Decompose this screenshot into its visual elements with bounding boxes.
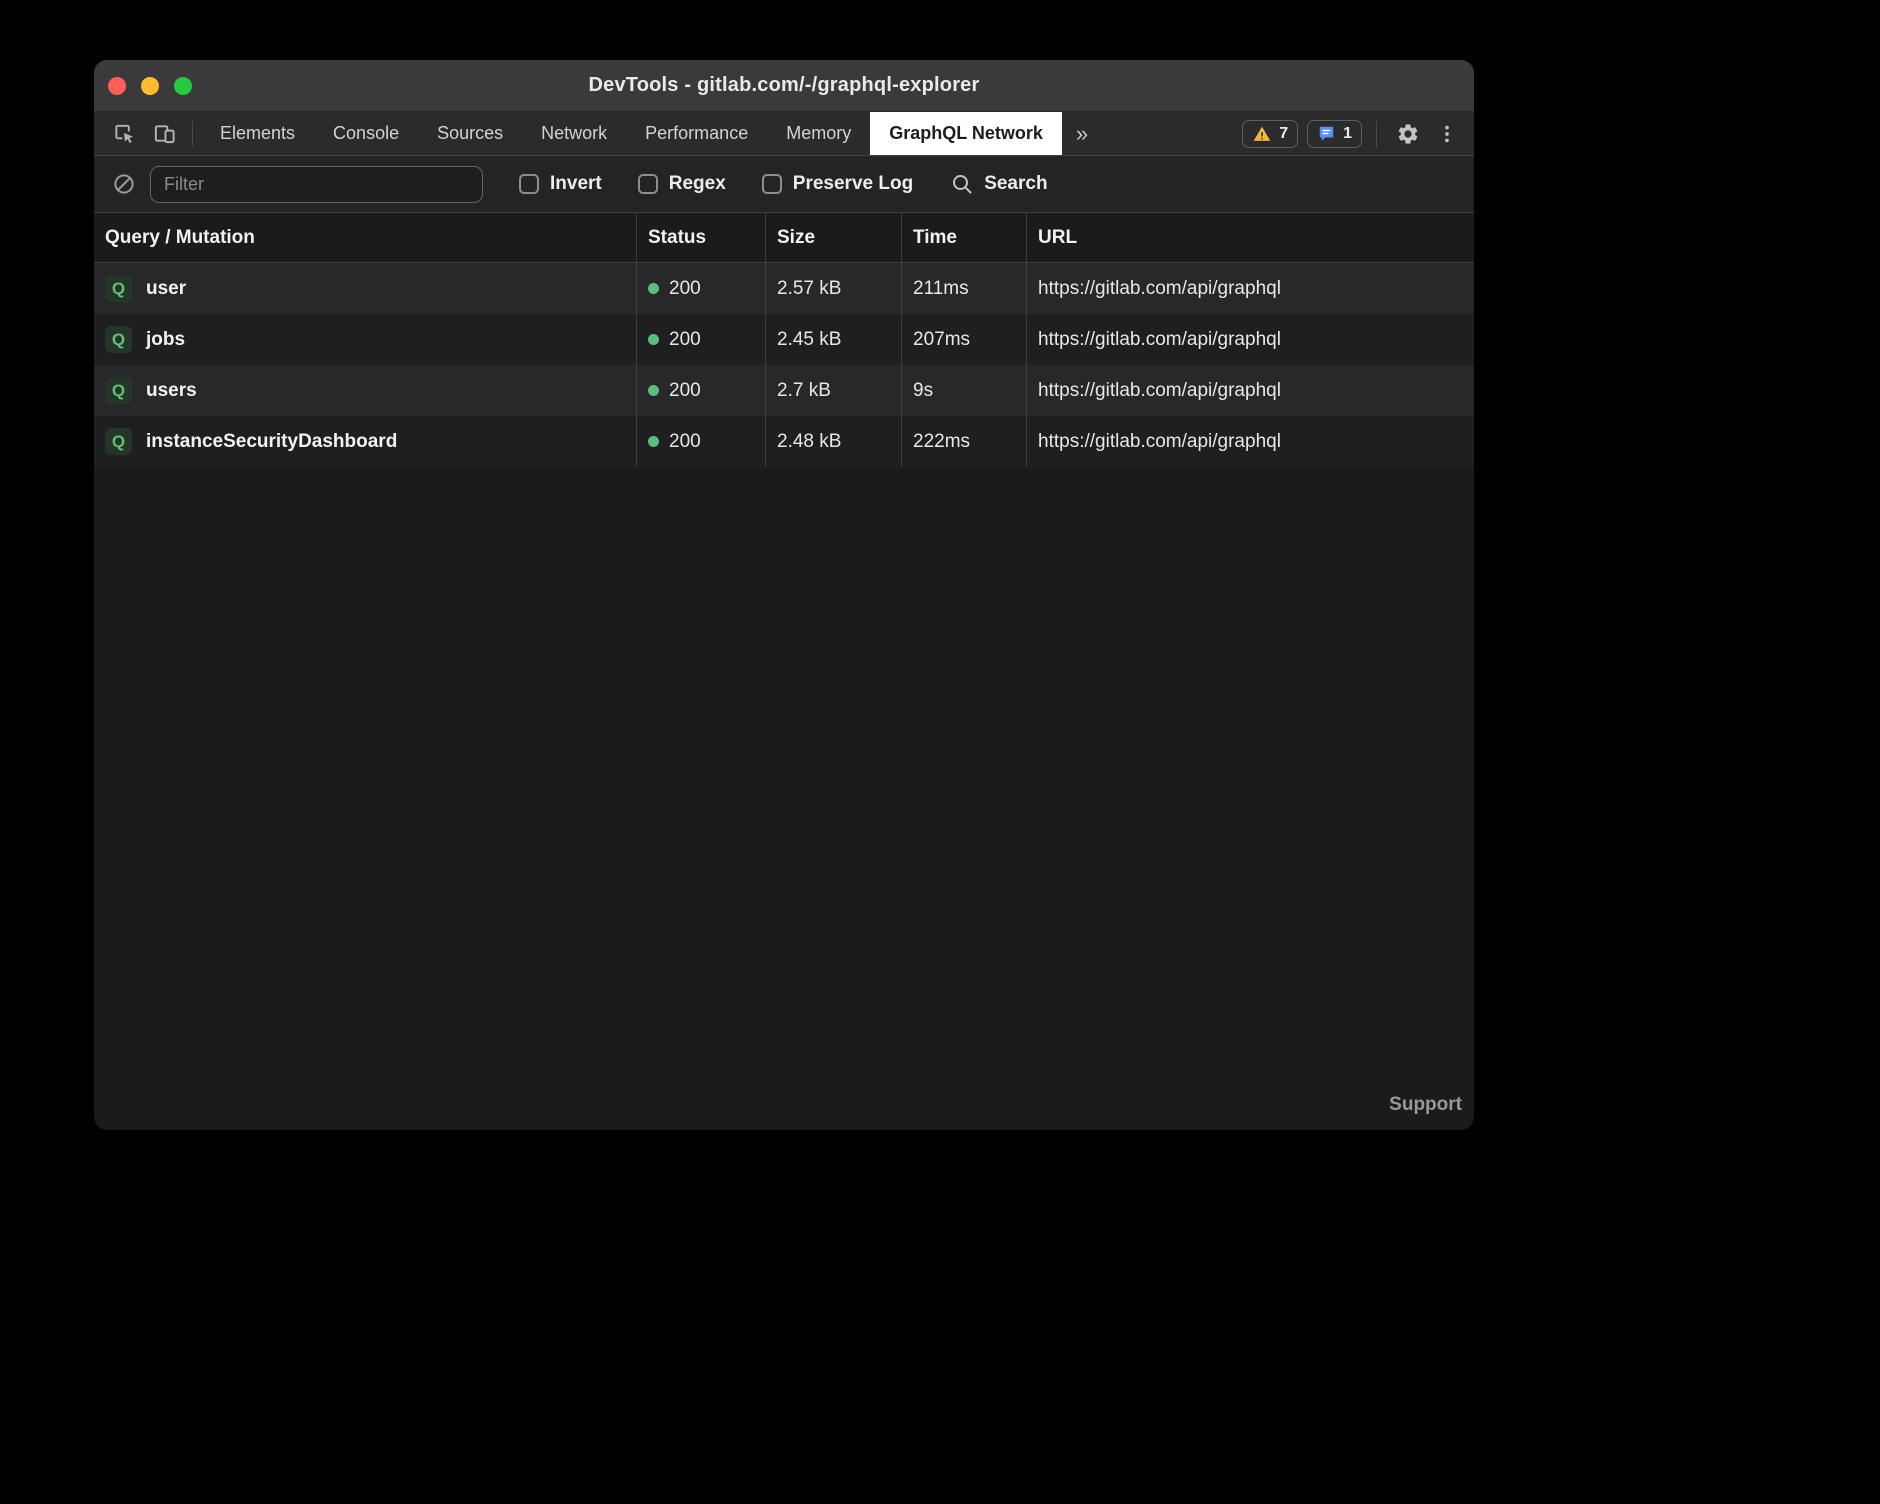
status-code: 200 [669, 329, 701, 351]
search-icon [950, 172, 974, 196]
controls-separator [1376, 121, 1377, 147]
tabbar-right-controls: 7 1 [1242, 112, 1460, 155]
tab-memory[interactable]: Memory [767, 112, 870, 155]
query-name: instanceSecurityDashboard [146, 431, 397, 453]
regex-checkbox-box[interactable] [638, 174, 658, 194]
warning-triangle-icon [1252, 124, 1272, 144]
table-header: Query / Mutation Status Size Time URL [94, 213, 1474, 263]
settings-button[interactable] [1391, 122, 1425, 146]
status-cell: 200 [636, 365, 765, 416]
tabbar-separator [192, 121, 193, 146]
search-label: Search [984, 173, 1047, 195]
zoom-button[interactable] [174, 77, 192, 95]
tab-elements[interactable]: Elements [201, 112, 314, 155]
warnings-badge[interactable]: 7 [1242, 120, 1298, 148]
url-cell: https://gitlab.com/api/graphql [1026, 263, 1474, 314]
minimize-button[interactable] [141, 77, 159, 95]
query-cell: Q jobs [94, 314, 636, 365]
table-row[interactable]: Q users 200 2.7 kB 9s https://gitlab.com… [94, 365, 1474, 416]
status-cell: 200 [636, 263, 765, 314]
query-cell: Q users [94, 365, 636, 416]
size-cell: 2.57 kB [765, 263, 901, 314]
status-dot-icon [648, 385, 659, 396]
window-title: DevTools - gitlab.com/-/graphql-explorer [588, 74, 979, 97]
traffic-lights [108, 60, 192, 111]
gear-icon [1396, 122, 1420, 146]
preserve-log-checkbox[interactable]: Preserve Log [762, 173, 913, 195]
preserve-log-checkbox-label: Preserve Log [793, 173, 913, 195]
regex-checkbox[interactable]: Regex [638, 173, 726, 195]
inspect-element-button[interactable] [104, 112, 144, 155]
time-cell: 9s [901, 365, 1026, 416]
status-code: 200 [669, 278, 701, 300]
messages-badge[interactable]: 1 [1307, 120, 1362, 148]
time-cell: 207ms [901, 314, 1026, 365]
search-button[interactable]: Search [950, 172, 1047, 196]
tab-console[interactable]: Console [314, 112, 418, 155]
tab-performance[interactable]: Performance [626, 112, 767, 155]
status-cell: 200 [636, 416, 765, 467]
device-toolbar-icon [153, 122, 176, 145]
query-badge-icon: Q [105, 326, 132, 353]
message-bubble-icon [1317, 124, 1336, 143]
regex-checkbox-label: Regex [669, 173, 726, 195]
invert-checkbox-box[interactable] [519, 174, 539, 194]
size-cell: 2.7 kB [765, 365, 901, 416]
inspect-cursor-icon [113, 122, 136, 145]
titlebar: DevTools - gitlab.com/-/graphql-explorer [94, 60, 1474, 112]
column-header-time[interactable]: Time [901, 213, 1026, 262]
status-code: 200 [669, 380, 701, 402]
block-icon [112, 172, 136, 196]
query-name: users [146, 380, 197, 402]
more-tabs-button[interactable]: » [1062, 112, 1102, 155]
invert-checkbox-label: Invert [550, 173, 602, 195]
column-header-status[interactable]: Status [636, 213, 765, 262]
query-badge-icon: Q [105, 275, 132, 302]
table-row[interactable]: Q jobs 200 2.45 kB 207ms https://gitlab.… [94, 314, 1474, 365]
column-header-url[interactable]: URL [1026, 213, 1474, 262]
clear-button[interactable] [108, 172, 140, 196]
query-cell: Q user [94, 263, 636, 314]
column-header-query-mutation[interactable]: Query / Mutation [94, 213, 636, 262]
table-row[interactable]: Q user 200 2.57 kB 211ms https://gitlab.… [94, 263, 1474, 314]
warnings-count: 7 [1279, 125, 1288, 143]
close-button[interactable] [108, 77, 126, 95]
tab-network[interactable]: Network [522, 112, 626, 155]
query-badge-icon: Q [105, 377, 132, 404]
invert-checkbox[interactable]: Invert [519, 173, 602, 195]
status-dot-icon [648, 436, 659, 447]
url-cell: https://gitlab.com/api/graphql [1026, 314, 1474, 365]
time-cell: 211ms [901, 263, 1026, 314]
kebab-menu-icon [1436, 123, 1458, 145]
support-link[interactable]: Support [1389, 1094, 1462, 1116]
query-badge-icon: Q [105, 428, 132, 455]
size-cell: 2.48 kB [765, 416, 901, 467]
query-name: user [146, 278, 186, 300]
preserve-log-checkbox-box[interactable] [762, 174, 782, 194]
status-code: 200 [669, 431, 701, 453]
devtools-window: DevTools - gitlab.com/-/graphql-explorer… [94, 60, 1474, 1130]
devtools-tabbar: Elements Console Sources Network Perform… [94, 112, 1474, 156]
table-row[interactable]: Q instanceSecurityDashboard 200 2.48 kB … [94, 416, 1474, 467]
status-dot-icon [648, 283, 659, 294]
url-cell: https://gitlab.com/api/graphql [1026, 365, 1474, 416]
size-cell: 2.45 kB [765, 314, 901, 365]
query-cell: Q instanceSecurityDashboard [94, 416, 636, 467]
column-header-size[interactable]: Size [765, 213, 901, 262]
filter-input[interactable] [150, 166, 483, 203]
url-cell: https://gitlab.com/api/graphql [1026, 416, 1474, 467]
more-options-button[interactable] [1434, 123, 1460, 145]
time-cell: 222ms [901, 416, 1026, 467]
device-toolbar-button[interactable] [144, 112, 184, 155]
messages-count: 1 [1343, 125, 1352, 143]
status-dot-icon [648, 334, 659, 345]
tab-sources[interactable]: Sources [418, 112, 522, 155]
query-name: jobs [146, 329, 185, 351]
filter-toolbar: Invert Regex Preserve Log Search [94, 156, 1474, 213]
status-cell: 200 [636, 314, 765, 365]
tab-graphql-network[interactable]: GraphQL Network [870, 112, 1062, 155]
